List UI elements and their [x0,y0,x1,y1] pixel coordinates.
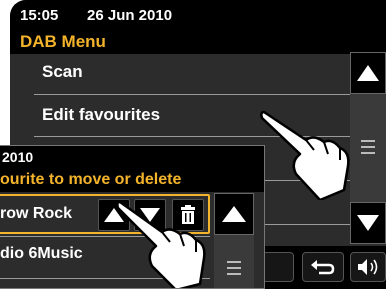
scroll-grip [361,146,375,148]
status-bar: 2010 [0,146,264,168]
status-time: 15:05 [20,7,59,24]
triangle-up-icon [357,65,379,81]
menu-item-scan[interactable]: Scan [20,52,342,92]
triangle-down-icon [357,215,379,231]
favourite-label: row Rock [0,205,73,222]
scroll-grip [361,152,375,154]
scroll-down-button[interactable] [350,202,386,244]
speaker-icon [358,259,378,275]
favourite-label: dio 6Music [0,245,83,262]
scroll-grip [227,261,241,263]
status-date: 26 Jun 2010 [87,7,173,24]
menu-item-label: Edit favourites [42,105,161,124]
favourites-screen: 2010 ourite to move or delete row Rock d… [0,145,265,289]
pointing-hand-icon [118,200,206,288]
status-bar: 15:05 26 Jun 2010 [10,0,386,30]
back-button[interactable] [302,252,344,282]
scroll-grip [361,140,375,142]
scroll-up-button[interactable] [350,52,386,94]
volume-button[interactable] [350,252,386,282]
pointing-hand-icon [260,110,350,200]
scroll-up-button[interactable] [214,193,254,235]
status-date: 2010 [2,149,34,165]
menu-title: DAB Menu [10,30,386,54]
menu-item-label: Scan [42,62,83,81]
scroll-grip [227,273,241,275]
divider [260,224,350,225]
back-arrow-icon [311,260,335,275]
scrollbar-track[interactable] [214,235,254,288]
triangle-up-icon [222,206,246,222]
scroll-grip [227,267,241,269]
screen-title: ourite to move or delete [0,168,264,192]
